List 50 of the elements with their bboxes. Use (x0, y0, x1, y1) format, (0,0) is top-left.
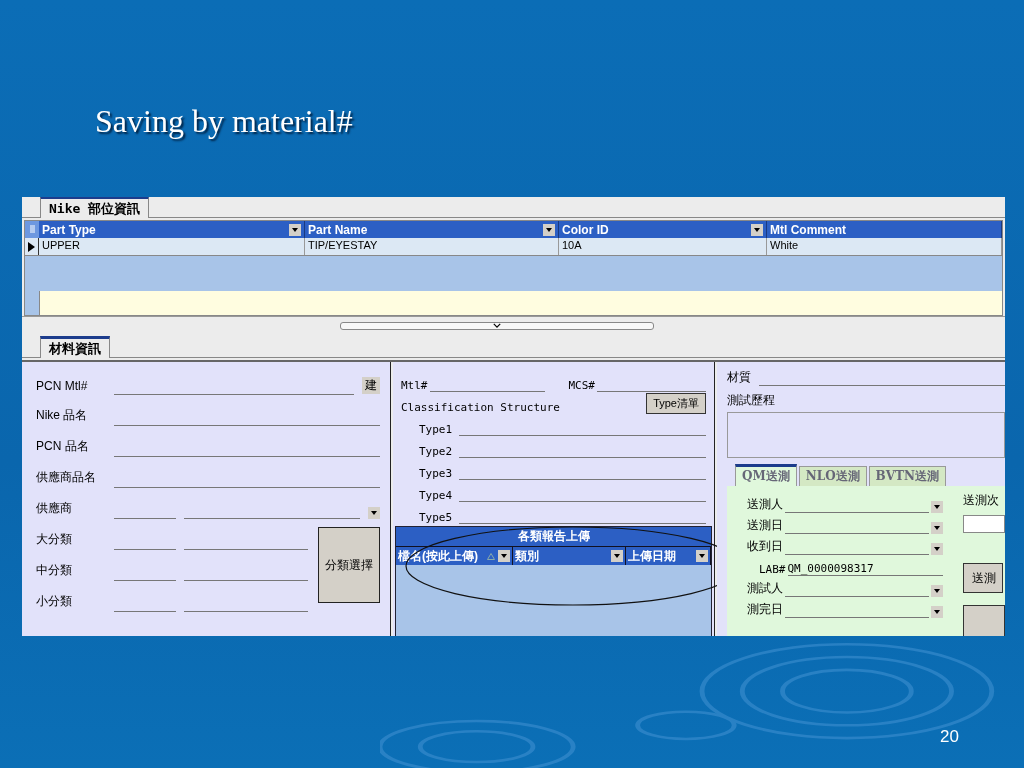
field-label: 測完日 (747, 601, 783, 618)
field-label: Mtl# (401, 379, 428, 392)
current-row-icon[interactable] (25, 238, 39, 255)
field-label: 大分類 (36, 531, 73, 548)
tab[interactable]: BVTN送測 (868, 466, 946, 486)
field-label: Type1 (419, 423, 453, 436)
table-cell: 10A (559, 238, 767, 255)
field-label: Type3 (419, 467, 453, 480)
field-label: 送測人 (747, 496, 783, 513)
create-button[interactable]: 建 (362, 377, 380, 394)
field-label: PCN 品名 (36, 438, 90, 455)
grid-title: 各類報告上傳 (396, 527, 711, 547)
field-label: 送測次 (963, 492, 1000, 509)
field-label: 中分類 (36, 562, 73, 579)
type-list-button[interactable]: Type清單 (646, 393, 706, 414)
field-label: MCS# (568, 379, 595, 392)
send-button[interactable]: 送測 (963, 563, 1003, 593)
field-label: 材質 (727, 369, 751, 386)
field-label: PCN Mtl# (36, 379, 89, 395)
row-selector-icon[interactable] (29, 225, 35, 234)
field-label: 供應商 (36, 500, 73, 517)
field-label: 測試歷程 (727, 392, 776, 409)
field-label: 收到日 (747, 538, 783, 555)
button[interactable] (963, 605, 1005, 636)
field-label: Nike 品名 (36, 407, 89, 424)
input-field[interactable]: QM_0000098317 (787, 562, 943, 576)
tab[interactable]: 材料資訊 (40, 336, 110, 358)
table-cell: White (767, 238, 1002, 255)
page-number: 20 (940, 727, 959, 747)
section-label: Classification Structure (401, 401, 561, 414)
text-area[interactable] (727, 412, 1005, 458)
splitter-handle[interactable] (339, 322, 654, 330)
classify-button[interactable]: 分類選擇 (318, 527, 380, 603)
sort-icon (487, 552, 495, 560)
field-label: 送測日 (747, 517, 783, 534)
field-label: Type2 (419, 445, 453, 458)
tab[interactable]: NLO送測 (798, 466, 867, 486)
tab[interactable]: Nike 部位資訊 (40, 197, 150, 218)
table-cell: UPPER (39, 238, 305, 255)
tab[interactable]: QM送測 (735, 464, 797, 486)
slide-title: Saving by material# (94, 102, 354, 141)
field-label: 供應商品名 (36, 469, 97, 486)
field-label: Type4 (419, 489, 453, 502)
row-header[interactable] (25, 291, 40, 315)
field-label: 測試人 (747, 580, 783, 597)
input-field[interactable] (963, 515, 1005, 533)
table-cell: TIP/EYESTAY (305, 238, 559, 255)
field-label: LAB# (759, 563, 786, 576)
field-label: Type5 (419, 511, 453, 524)
field-label: 小分類 (36, 593, 73, 610)
